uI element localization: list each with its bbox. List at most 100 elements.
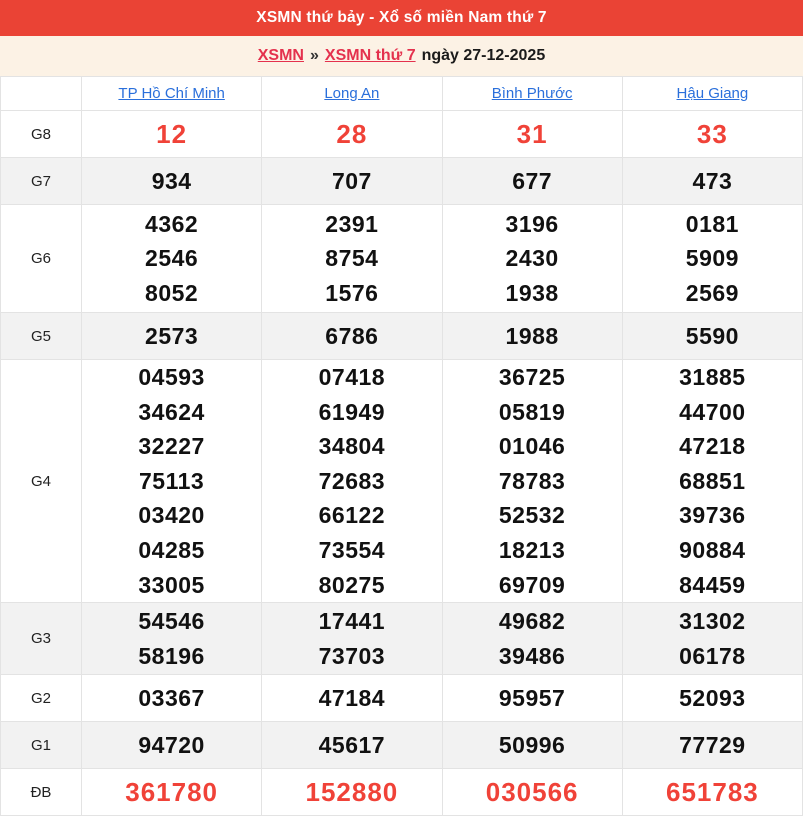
prize-number: 39736	[623, 498, 802, 533]
prize-number: 49682	[443, 604, 622, 639]
prize-number: 94720	[82, 728, 261, 763]
prize-number: 04593	[82, 360, 261, 395]
prize-label: G3	[1, 603, 82, 675]
prize-number: 28	[262, 117, 441, 152]
prize-number: 61949	[262, 395, 441, 430]
prize-number: 361780	[82, 775, 261, 810]
breadcrumb-date: ngày 27-12-2025	[422, 47, 546, 65]
prize-number: 07418	[262, 360, 441, 395]
prize-number: 90884	[623, 533, 802, 568]
prize-number: 030566	[443, 775, 622, 810]
prize-number: 1938	[443, 276, 622, 311]
column-header-haugiang: Hậu Giang	[622, 77, 802, 111]
prize-cell: 50996	[442, 722, 622, 769]
prize-label: G5	[1, 313, 82, 360]
prize-cell: 07418619493480472683661227355480275	[262, 360, 442, 603]
prize-number: 01046	[443, 429, 622, 464]
prize-number: 1576	[262, 276, 441, 311]
prize-cell: 5590	[622, 313, 802, 360]
prize-cell: 1988	[442, 313, 622, 360]
prize-number: 31885	[623, 360, 802, 395]
prize-number: 2573	[82, 319, 261, 354]
prize-cell: 6786	[262, 313, 442, 360]
prize-cell: 319624301938	[442, 205, 622, 313]
column-link-binhphuoc[interactable]: Bình Phước	[492, 85, 573, 102]
breadcrumb-separator: »	[310, 47, 319, 65]
prize-number: 1988	[443, 319, 622, 354]
prize-cell: 03367	[82, 675, 262, 722]
prize-number: 2391	[262, 207, 441, 242]
prize-number: 75113	[82, 464, 261, 499]
prize-number: 73554	[262, 533, 441, 568]
prize-number: 12	[82, 117, 261, 152]
prize-number: 72683	[262, 464, 441, 499]
results-table-body: G812283133G7934707677473G643622546805223…	[1, 111, 803, 816]
prize-number: 473	[623, 164, 802, 199]
prize-number: 84459	[623, 568, 802, 603]
prize-label: G8	[1, 111, 82, 158]
prize-cell: 95957	[442, 675, 622, 722]
prize-number: 04285	[82, 533, 261, 568]
prize-number: 33005	[82, 568, 261, 603]
prize-number: 5909	[623, 241, 802, 276]
prize-number: 34624	[82, 395, 261, 430]
prize-number: 68851	[623, 464, 802, 499]
prize-label: G2	[1, 675, 82, 722]
column-link-tphcm[interactable]: TP Hồ Chí Minh	[118, 85, 224, 102]
prize-cell: 31885447004721868851397369088484459	[622, 360, 802, 603]
prize-number: 05819	[443, 395, 622, 430]
breadcrumb: XSMN » XSMN thứ 7 ngày 27-12-2025	[0, 36, 803, 76]
table-row: G203367471849595752093	[1, 675, 803, 722]
prize-number: 69709	[443, 568, 622, 603]
prize-label: G6	[1, 205, 82, 313]
breadcrumb-link-xsmn[interactable]: XSMN	[258, 47, 304, 65]
prize-number: 34804	[262, 429, 441, 464]
prize-number: 4362	[82, 207, 261, 242]
table-row: G194720456175099677729	[1, 722, 803, 769]
prize-number: 707	[262, 164, 441, 199]
column-link-longan[interactable]: Long An	[324, 85, 379, 102]
prize-number: 03420	[82, 498, 261, 533]
prize-number: 152880	[262, 775, 441, 810]
table-row: ĐB361780152880030566651783	[1, 769, 803, 816]
prize-cell: 239187541576	[262, 205, 442, 313]
prize-cell: 04593346243222775113034200428533005	[82, 360, 262, 603]
prize-cell: 94720	[82, 722, 262, 769]
prize-number: 32227	[82, 429, 261, 464]
prize-label: ĐB	[1, 769, 82, 816]
prize-number: 18213	[443, 533, 622, 568]
prize-cell: 77729	[622, 722, 802, 769]
prize-number: 45617	[262, 728, 441, 763]
prize-cell: 12	[82, 111, 262, 158]
page: XSMN thứ bảy - Xổ số miền Nam thứ 7 XSMN…	[0, 0, 803, 816]
prize-cell: 473	[622, 158, 802, 205]
prize-number: 8052	[82, 276, 261, 311]
prize-cell: 934	[82, 158, 262, 205]
prize-label: G7	[1, 158, 82, 205]
prize-number: 17441	[262, 604, 441, 639]
column-header-tphcm: TP Hồ Chí Minh	[82, 77, 262, 111]
table-row: G52573678619885590	[1, 313, 803, 360]
title-bar: XSMN thứ bảy - Xổ số miền Nam thứ 7	[0, 0, 803, 36]
prize-cell: 677	[442, 158, 622, 205]
prize-number: 58196	[82, 639, 261, 674]
prize-cell: 28	[262, 111, 442, 158]
table-row: G354546581961744173703496823948631302061…	[1, 603, 803, 675]
column-link-haugiang[interactable]: Hậu Giang	[677, 85, 749, 102]
column-header-longan: Long An	[262, 77, 442, 111]
prize-number: 54546	[82, 604, 261, 639]
prize-number: 2430	[443, 241, 622, 276]
prize-number: 80275	[262, 568, 441, 603]
breadcrumb-link-xsmn-thu7[interactable]: XSMN thứ 7	[325, 47, 416, 65]
prize-cell: 1744173703	[262, 603, 442, 675]
prize-label: G1	[1, 722, 82, 769]
prize-number: 47184	[262, 681, 441, 716]
table-row: G643622546805223918754157631962430193801…	[1, 205, 803, 313]
prize-cell: 018159092569	[622, 205, 802, 313]
prize-number: 95957	[443, 681, 622, 716]
prize-cell: 436225468052	[82, 205, 262, 313]
prize-cell: 3130206178	[622, 603, 802, 675]
prize-cell: 4968239486	[442, 603, 622, 675]
prize-number: 5590	[623, 319, 802, 354]
prize-number: 3196	[443, 207, 622, 242]
